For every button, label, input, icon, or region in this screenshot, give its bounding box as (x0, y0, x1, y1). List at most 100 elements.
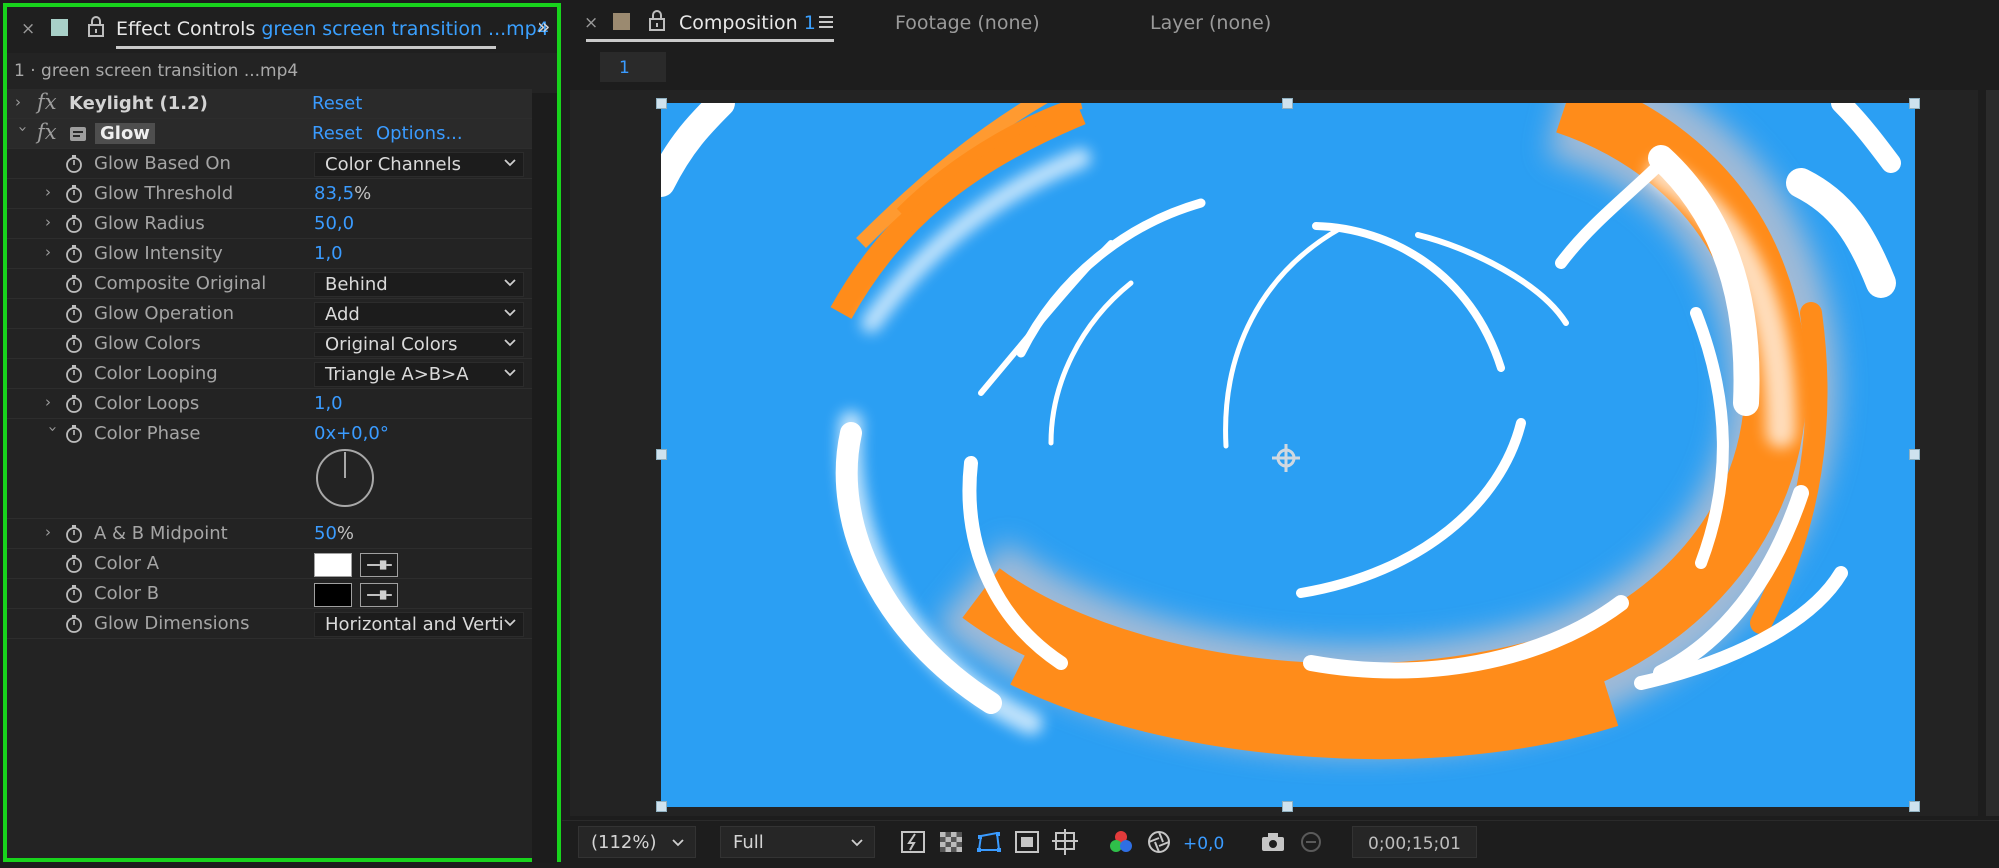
stopwatch-icon[interactable] (65, 424, 83, 444)
param-label: Glow Colors (94, 333, 201, 354)
color-phase-value[interactable]: 0x+0,0° (314, 423, 389, 444)
param-row-ab-midpoint: › A & B Midpoint 50% (7, 519, 532, 549)
glow-intensity-value[interactable]: 1,0 (314, 243, 343, 264)
menu-icon[interactable] (817, 13, 835, 31)
transform-handle[interactable] (1909, 449, 1920, 460)
lock-icon[interactable] (85, 15, 107, 39)
fast-previews-icon[interactable] (899, 828, 927, 856)
param-row-color-b: Color B (7, 579, 532, 609)
expand-chevron-icon[interactable]: › (45, 213, 59, 233)
color-looping-dropdown[interactable]: Triangle A>B>A (314, 362, 524, 387)
stopwatch-icon[interactable] (65, 584, 83, 604)
close-panel-button[interactable]: × (584, 13, 598, 33)
tab-comp-name: 1 (803, 12, 816, 34)
ab-midpoint-value[interactable]: 50% (314, 523, 354, 544)
dropdown-value: Behind (325, 274, 388, 295)
transform-handle[interactable] (1909, 98, 1920, 109)
param-row-color-looping: Color Looping Triangle A>B>A (7, 359, 532, 389)
vertical-scrollbar[interactable] (532, 93, 557, 863)
glow-radius-value[interactable]: 50,0 (314, 213, 354, 234)
reset-link[interactable]: Reset (312, 123, 362, 144)
grid-guides-icon[interactable] (1051, 828, 1079, 856)
expand-chevron-icon[interactable]: › (45, 393, 59, 413)
stopwatch-icon[interactable] (65, 244, 83, 264)
transform-handle[interactable] (656, 98, 667, 109)
param-label: A & B Midpoint (94, 523, 228, 544)
param-row-glow-based-on: Glow Based On Color Channels (7, 149, 532, 179)
eyedropper-icon[interactable] (360, 583, 398, 607)
options-link[interactable]: Options... (376, 123, 463, 144)
composite-original-dropdown[interactable]: Behind (314, 272, 524, 297)
anchor-point-icon[interactable] (1270, 442, 1302, 474)
zoom-value: (112%) (591, 832, 657, 853)
composition-viewer[interactable] (570, 90, 1978, 816)
show-channel-icon[interactable] (1107, 828, 1135, 856)
stopwatch-icon[interactable] (65, 334, 83, 354)
glow-colors-dropdown[interactable]: Original Colors (314, 332, 524, 357)
footage-tab[interactable]: Footage (none) (895, 12, 1040, 34)
exposure-value[interactable]: +0,0 (1183, 834, 1224, 854)
current-time-display[interactable]: 0;00;15;01 (1352, 826, 1477, 858)
reset-link[interactable]: Reset (312, 93, 362, 114)
stopwatch-icon[interactable] (65, 614, 83, 634)
color-a-swatch[interactable] (314, 553, 352, 577)
lock-icon[interactable] (646, 9, 668, 33)
transform-handle[interactable] (1282, 801, 1293, 812)
composition-tab[interactable]: Composition 1 (679, 12, 816, 34)
value-number: 50 (314, 523, 337, 544)
stopwatch-icon[interactable] (65, 154, 83, 174)
chevron-down-icon (504, 339, 516, 347)
param-row-glow-operation: Glow Operation Add (7, 299, 532, 329)
eyedropper-icon[interactable] (360, 553, 398, 577)
panel-overflow-icon[interactable]: » (537, 15, 550, 40)
exposure-reset-icon[interactable] (1145, 828, 1173, 856)
param-label: Glow Intensity (94, 243, 223, 264)
transform-handle[interactable] (656, 449, 667, 460)
mask-path-visibility-icon[interactable] (975, 828, 1003, 856)
show-snapshot-icon[interactable] (1297, 828, 1325, 856)
stopwatch-icon[interactable] (65, 364, 83, 384)
collapse-chevron-icon[interactable]: › (12, 126, 32, 140)
resolution-dropdown[interactable]: Full (720, 826, 875, 858)
stopwatch-icon[interactable] (65, 394, 83, 414)
glow-based-on-dropdown[interactable]: Color Channels (314, 152, 524, 177)
expand-chevron-icon[interactable]: › (15, 93, 29, 113)
collapse-chevron-icon[interactable]: › (42, 426, 62, 440)
camera-snapshot-icon[interactable] (1259, 828, 1287, 856)
layer-tab[interactable]: Layer (none) (1150, 12, 1271, 34)
panel-color-label[interactable] (51, 19, 68, 36)
stopwatch-icon[interactable] (65, 304, 83, 324)
expand-chevron-icon[interactable]: › (45, 243, 59, 263)
glow-threshold-value[interactable]: 83,5% (314, 183, 371, 204)
color-phase-dial[interactable] (314, 447, 376, 509)
stopwatch-icon[interactable] (65, 554, 83, 574)
dropdown-value: Color Channels (325, 154, 461, 175)
viewer-tab-bar: × Composition 1 Footage (none) Layer (no… (562, 0, 1999, 46)
panel-color-label[interactable] (613, 13, 630, 30)
glow-operation-dropdown[interactable]: Add (314, 302, 524, 327)
transparency-grid-icon[interactable] (937, 828, 965, 856)
color-loops-value[interactable]: 1,0 (314, 393, 343, 414)
stopwatch-icon[interactable] (65, 184, 83, 204)
stopwatch-icon[interactable] (65, 214, 83, 234)
effect-row-keylight[interactable]: › fx Keylight (1.2) Reset (7, 89, 532, 119)
comp-navigator-tab[interactable]: 1 (600, 52, 666, 82)
glow-dimensions-dropdown[interactable]: Horizontal and Verti (314, 612, 524, 637)
color-b-swatch[interactable] (314, 583, 352, 607)
viewer-scrollbar[interactable] (1986, 90, 1999, 816)
expand-chevron-icon[interactable]: › (45, 523, 59, 543)
transform-handle[interactable] (1282, 98, 1293, 109)
fx-icon[interactable]: fx (37, 90, 57, 114)
stopwatch-icon[interactable] (65, 524, 83, 544)
close-panel-button[interactable]: × (21, 19, 35, 39)
effect-controls-tab[interactable]: Effect Controls green screen transition … (116, 18, 549, 40)
fx-icon[interactable]: fx (37, 120, 57, 144)
transform-handle[interactable] (1909, 801, 1920, 812)
expand-chevron-icon[interactable]: › (45, 183, 59, 203)
effect-row-glow[interactable]: › fx Glow Reset Options... (7, 119, 532, 149)
magnification-dropdown[interactable]: (112%) (578, 826, 696, 858)
stopwatch-icon[interactable] (65, 274, 83, 294)
value-number: 83,5 (314, 183, 355, 204)
transform-handle[interactable] (656, 801, 667, 812)
region-of-interest-icon[interactable] (1013, 828, 1041, 856)
